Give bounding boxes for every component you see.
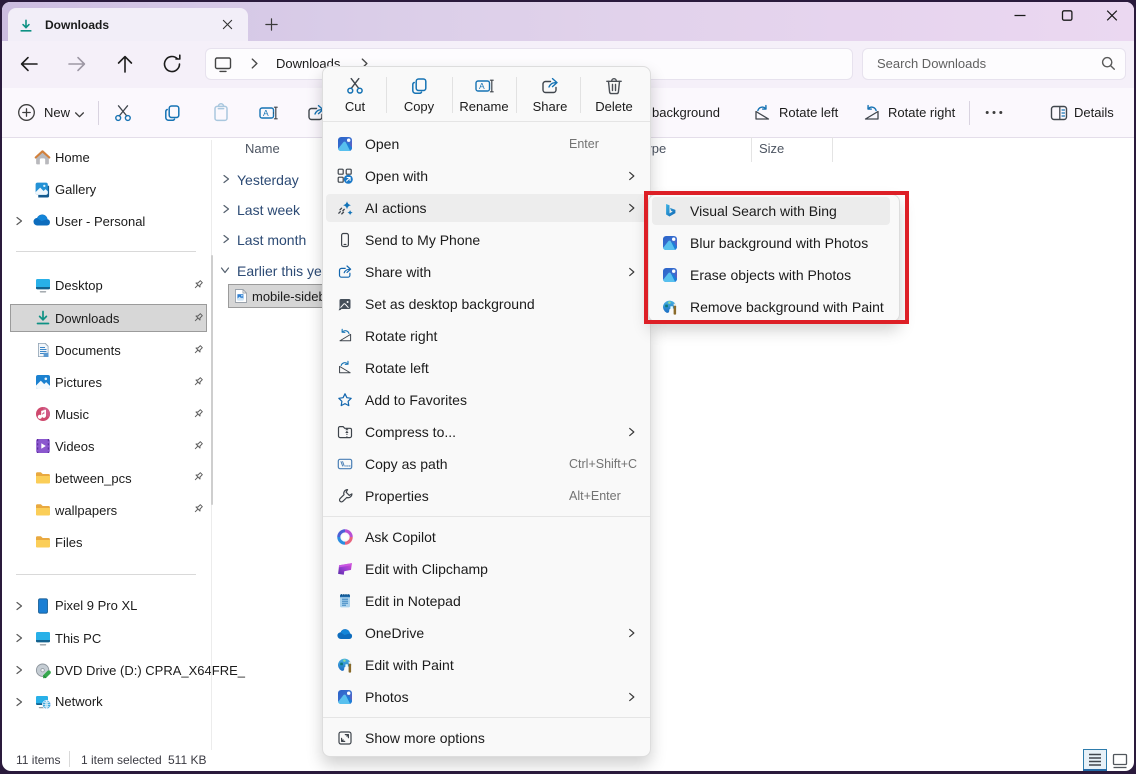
svg-text:A: A [263,108,269,118]
svg-text:A: A [479,81,485,91]
